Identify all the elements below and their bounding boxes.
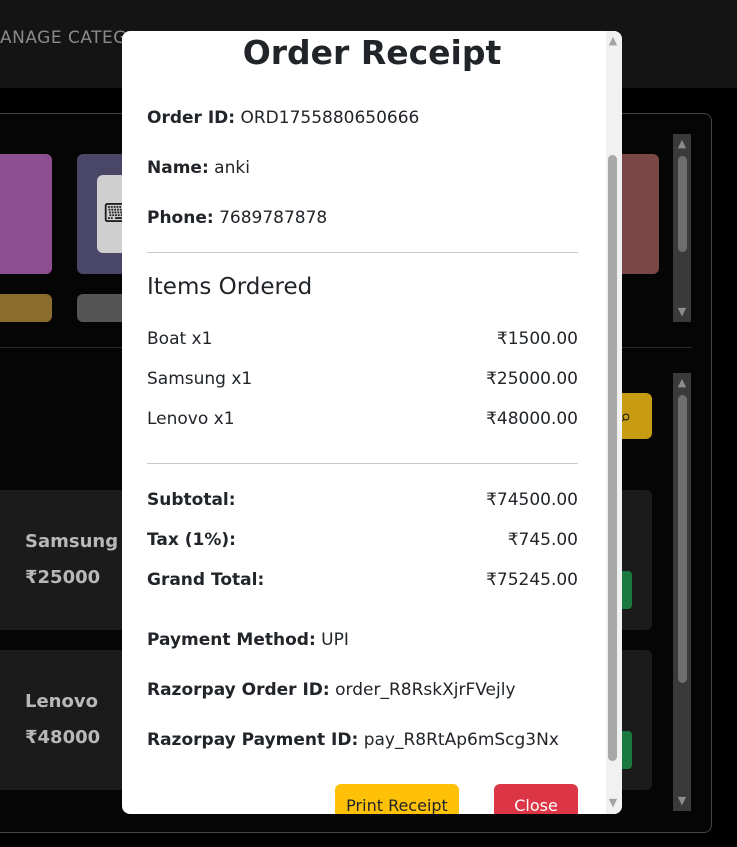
tax-label: Tax (1%): xyxy=(147,530,236,550)
item-amount: ₹25000.00 xyxy=(486,369,578,389)
payment-method-value: UPI xyxy=(321,630,349,650)
item-label: Lenovo x1 xyxy=(147,409,235,429)
item-label: Samsung x1 xyxy=(147,369,253,389)
receipt-modal: Order Receipt Order ID: ORD1755880650666… xyxy=(122,31,622,814)
scroll-down-arrow[interactable]: ▼ xyxy=(676,306,688,317)
modal-scrollbar[interactable]: ▲ ▼ xyxy=(606,31,622,814)
close-button[interactable]: Close xyxy=(494,784,578,814)
scroll-down-arrow[interactable]: ▼ xyxy=(607,797,619,808)
scroll-up-arrow[interactable]: ▲ xyxy=(676,138,688,149)
modal-title: Order Receipt xyxy=(242,33,502,72)
category-tile[interactable] xyxy=(0,154,52,274)
scrollbar-thumb[interactable] xyxy=(608,155,617,761)
subtotal-row: Subtotal: ₹74500.00 xyxy=(147,490,578,510)
item-row: Samsung x1 ₹25000.00 xyxy=(147,369,578,389)
product-price: ₹48000 xyxy=(25,727,101,748)
tax-value: ₹745.00 xyxy=(507,530,578,550)
grand-total-label: Grand Total: xyxy=(147,570,265,590)
item-amount: ₹48000.00 xyxy=(486,409,578,429)
phone-label: Phone: xyxy=(147,208,214,228)
razorpay-order-label: Razorpay Order ID: xyxy=(147,680,330,700)
order-id-label: Order ID: xyxy=(147,108,236,128)
razorpay-payment-value: pay_R8RtAp6mScg3Nx xyxy=(363,730,559,750)
nav-link-manage-categories[interactable]: ANAGE CATEG xyxy=(0,28,127,48)
item-row: Boat x1 ₹1500.00 xyxy=(147,329,578,349)
items-heading: Items Ordered xyxy=(147,274,313,300)
scrollbar-thumb[interactable] xyxy=(678,395,687,683)
product-price: ₹25000 xyxy=(25,567,101,588)
divider xyxy=(147,252,578,253)
order-id-value: ORD1755880650666 xyxy=(240,108,420,128)
razorpay-order-field: Razorpay Order ID: order_R8RskXjrFVejly xyxy=(147,680,516,700)
print-receipt-button[interactable]: Print Receipt xyxy=(335,784,459,814)
order-id-field: Order ID: ORD1755880650666 xyxy=(147,108,419,128)
payment-method-field: Payment Method: UPI xyxy=(147,630,349,650)
phone-value: 7689787878 xyxy=(219,208,328,228)
product-name: Lenovo xyxy=(25,691,98,712)
razorpay-order-value: order_R8RskXjrFVejly xyxy=(335,680,516,700)
divider xyxy=(147,463,578,464)
scroll-up-arrow[interactable]: ▲ xyxy=(676,377,688,388)
razorpay-payment-field: Razorpay Payment ID: pay_R8RtAp6mScg3Nx xyxy=(147,730,559,750)
razorpay-payment-label: Razorpay Payment ID: xyxy=(147,730,359,750)
item-amount: ₹1500.00 xyxy=(496,329,578,349)
scrollbar-thumb[interactable] xyxy=(678,156,687,252)
categories-scrollbar[interactable]: ▲ ▼ xyxy=(673,134,691,322)
name-field: Name: anki xyxy=(147,158,250,178)
subtotal-label: Subtotal: xyxy=(147,490,236,510)
grand-total-value: ₹75245.00 xyxy=(486,570,578,590)
grand-total-row: Grand Total: ₹75245.00 xyxy=(147,570,578,590)
product-name: Samsung xyxy=(25,531,119,552)
name-value: anki xyxy=(214,158,250,178)
name-label: Name: xyxy=(147,158,209,178)
products-scrollbar[interactable]: ▲ ▼ xyxy=(673,373,691,811)
subtotal-value: ₹74500.00 xyxy=(486,490,578,510)
scroll-up-arrow[interactable]: ▲ xyxy=(607,35,619,46)
search-icon: ⌕ xyxy=(620,404,632,428)
phone-field: Phone: 7689787878 xyxy=(147,208,327,228)
item-row: Lenovo x1 ₹48000.00 xyxy=(147,409,578,429)
scroll-down-arrow[interactable]: ▼ xyxy=(676,795,688,806)
category-tile[interactable] xyxy=(0,294,52,322)
tax-row: Tax (1%): ₹745.00 xyxy=(147,530,578,550)
item-label: Boat x1 xyxy=(147,329,213,349)
payment-method-label: Payment Method: xyxy=(147,630,316,650)
